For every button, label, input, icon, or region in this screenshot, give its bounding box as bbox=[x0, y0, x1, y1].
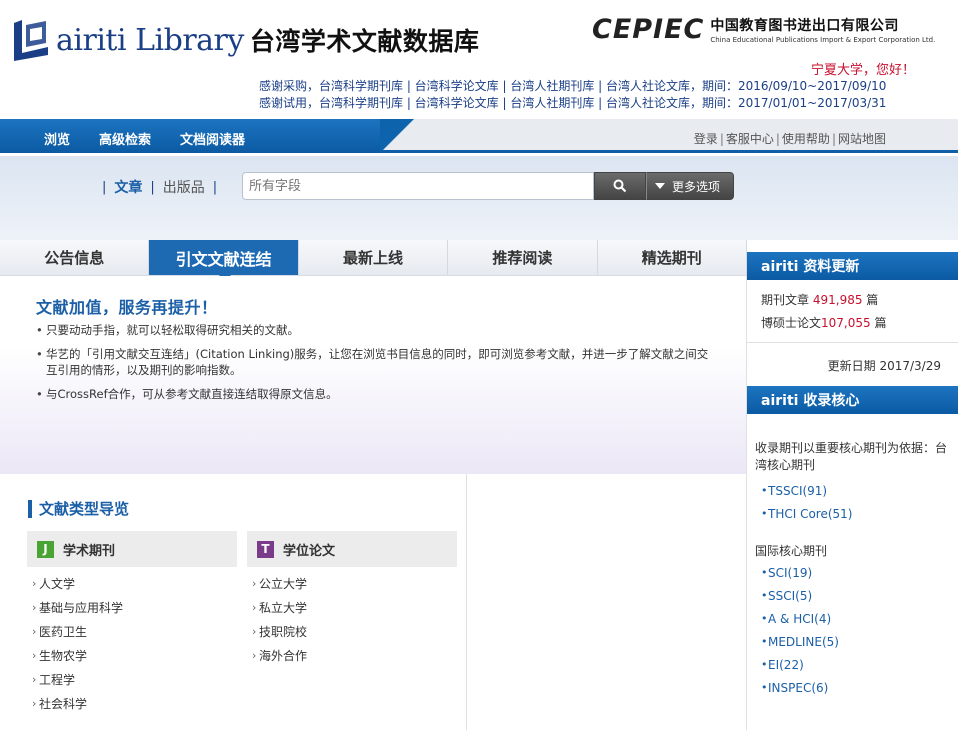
tab-latest[interactable]: 最新上线 bbox=[298, 240, 449, 275]
utility-links: 登录 | 客服中心 | 使用帮助 | 网站地图 bbox=[693, 132, 886, 146]
nav-doc-reader[interactable]: 文档阅读器 bbox=[180, 129, 245, 148]
search-icon bbox=[613, 179, 627, 193]
thesis-school-link[interactable]: 私立大学 bbox=[252, 598, 307, 622]
core-description: 收录期刊以重要核心期刊为依据：台湾核心期刊 bbox=[755, 441, 948, 472]
thesis-school-list: 公立大学 私立大学 技职院校 海外合作 bbox=[252, 574, 307, 670]
doc-type-guide: 文献类型导览 J 学术期刊 T 学位论文 人文学 基础与应用科学 医药卫生 生物… bbox=[0, 474, 467, 730]
journal-subject-link[interactable]: 医药卫生 bbox=[32, 622, 123, 646]
blank-area bbox=[467, 474, 747, 730]
purchase-notice: 感谢采购，台湾科学期刊库 | 台湾科学论文库 | 台湾人社期刊库 | 台湾人社论… bbox=[259, 79, 887, 93]
thesis-school-link[interactable]: 技职院校 bbox=[252, 622, 307, 646]
page-header: airiti Library 台湾学术文献数据库 CEPIEC 中国教育图书进出… bbox=[0, 0, 967, 120]
user-greeting: 宁夏大学，您好！ bbox=[810, 63, 915, 78]
logo-cn-title: 台湾学术文献数据库 bbox=[249, 27, 480, 56]
panel-title: 文献加值，服务再提升！ bbox=[36, 298, 218, 317]
intl-core-title: 国际核心期刊 bbox=[755, 544, 828, 558]
airiti-logo[interactable]: airiti Library 台湾学术文献数据库 bbox=[8, 14, 479, 66]
search-button[interactable] bbox=[594, 172, 646, 200]
tab-citation-linking[interactable]: 引文文献连结 bbox=[149, 240, 299, 282]
update-date: 更新日期 2017/3/29 bbox=[827, 359, 941, 373]
journal-subject-link[interactable]: 工程学 bbox=[32, 670, 123, 694]
core-index-link[interactable]: INSPEC(6) bbox=[761, 679, 839, 702]
guide-title: 文献类型导览 bbox=[28, 500, 129, 518]
logo-text: airiti Library bbox=[56, 22, 244, 58]
intl-core-list: SCI(19) SSCI(5) A & HCI(4) MEDLINE(5) EI… bbox=[761, 564, 839, 702]
core-collection-header: airiti 收录核心 bbox=[747, 386, 967, 414]
core-index-link[interactable]: SCI(19) bbox=[761, 564, 839, 587]
data-update-header: airiti 资料更新 bbox=[747, 252, 967, 280]
search-area: | 文章 | 出版品 | 更多选项 bbox=[0, 156, 958, 240]
journal-badge-icon: J bbox=[37, 540, 54, 558]
airiti-logo-icon bbox=[8, 17, 54, 63]
core-index-link[interactable]: EI(22) bbox=[761, 656, 839, 679]
tab-panel: 文献加值，服务再提升！ 只要动动手指，就可以轻松取得研究相关的文献。 华艺的「引… bbox=[0, 276, 747, 474]
journal-subject-link[interactable]: 基础与应用科学 bbox=[32, 598, 123, 622]
journal-article-count: 期刊文章 491,985 篇 bbox=[761, 293, 879, 307]
thesis-count: 博硕士论文107,055 篇 bbox=[761, 316, 887, 330]
caret-down-icon bbox=[655, 183, 665, 189]
journal-subject-link[interactable]: 人文学 bbox=[32, 574, 123, 598]
trial-notice: 感谢试用，台湾科学期刊库 | 台湾科学论文库 | 台湾人社期刊库 | 台湾人社论… bbox=[259, 96, 887, 110]
cepiec-mark: CEPIEC bbox=[592, 14, 705, 45]
cepiec-cn-name: 中国教育图书进出口有限公司 bbox=[710, 18, 899, 34]
taiwan-core-list: TSSCI(91) THCI Core(51) bbox=[761, 482, 853, 528]
more-options-button[interactable]: 更多选项 bbox=[646, 172, 734, 200]
journal-subject-link[interactable]: 社会科学 bbox=[32, 694, 123, 718]
panel-item: 只要动动手指，就可以轻松取得研究相关的文献。 bbox=[36, 322, 716, 338]
core-index-link[interactable]: A & HCI(4) bbox=[761, 610, 839, 633]
core-index-link[interactable]: TSSCI(91) bbox=[761, 482, 853, 505]
core-index-link[interactable]: THCI Core(51) bbox=[761, 505, 853, 528]
thesis-school-link[interactable]: 公立大学 bbox=[252, 574, 307, 598]
journal-subject-list: 人文学 基础与应用科学 医药卫生 生物农学 工程学 社会科学 bbox=[32, 574, 123, 718]
journal-category-header[interactable]: J 学术期刊 bbox=[27, 531, 237, 567]
nav-browse[interactable]: 浏览 bbox=[44, 129, 70, 148]
search-input[interactable] bbox=[242, 172, 594, 200]
tab-featured-journals[interactable]: 精选期刊 bbox=[597, 240, 747, 275]
main-navbar: 浏览 高级检索 文档阅读器 登录 | 客服中心 | 使用帮助 | 网站地图 bbox=[0, 119, 958, 153]
main-tabs: 公告信息 引文文献连结 最新上线 推荐阅读 精选期刊 bbox=[0, 240, 747, 282]
thesis-badge-icon: T bbox=[257, 540, 274, 558]
panel-list: 只要动动手指，就可以轻松取得研究相关的文献。 华艺的「引用文献交互连结」(Cit… bbox=[36, 322, 716, 410]
search-tab-publication[interactable]: 出版品 bbox=[163, 177, 205, 197]
login-link[interactable]: 登录 bbox=[694, 132, 718, 146]
journal-subject-link[interactable]: 生物农学 bbox=[32, 646, 123, 670]
right-sidebar: airiti 资料更新 期刊文章 491,985 篇 博硕士论文107,055 … bbox=[747, 240, 967, 730]
search-tab-article[interactable]: 文章 bbox=[114, 177, 142, 197]
panel-item: 与CrossRef合作，可从参考文献直接连结取得原文信息。 bbox=[36, 386, 716, 402]
cepiec-logo: CEPIEC 中国教育图书进出口有限公司 China Educational P… bbox=[592, 14, 935, 45]
support-link[interactable]: 客服中心 bbox=[726, 132, 774, 146]
core-index-link[interactable]: MEDLINE(5) bbox=[761, 633, 839, 656]
nav-advanced-search[interactable]: 高级检索 bbox=[99, 129, 151, 148]
thesis-school-link[interactable]: 海外合作 bbox=[252, 646, 307, 670]
sitemap-link[interactable]: 网站地图 bbox=[838, 132, 886, 146]
cepiec-en-name: China Educational Publications Import & … bbox=[710, 36, 936, 44]
thesis-category-header[interactable]: T 学位论文 bbox=[247, 531, 457, 567]
core-index-link[interactable]: SSCI(5) bbox=[761, 587, 839, 610]
panel-item: 华艺的「引用文献交互连结」(Citation Linking)服务，让您在浏览书… bbox=[36, 346, 716, 378]
tab-announcements[interactable]: 公告信息 bbox=[0, 240, 150, 275]
tab-recommended[interactable]: 推荐阅读 bbox=[448, 240, 598, 275]
help-link[interactable]: 使用帮助 bbox=[782, 132, 830, 146]
